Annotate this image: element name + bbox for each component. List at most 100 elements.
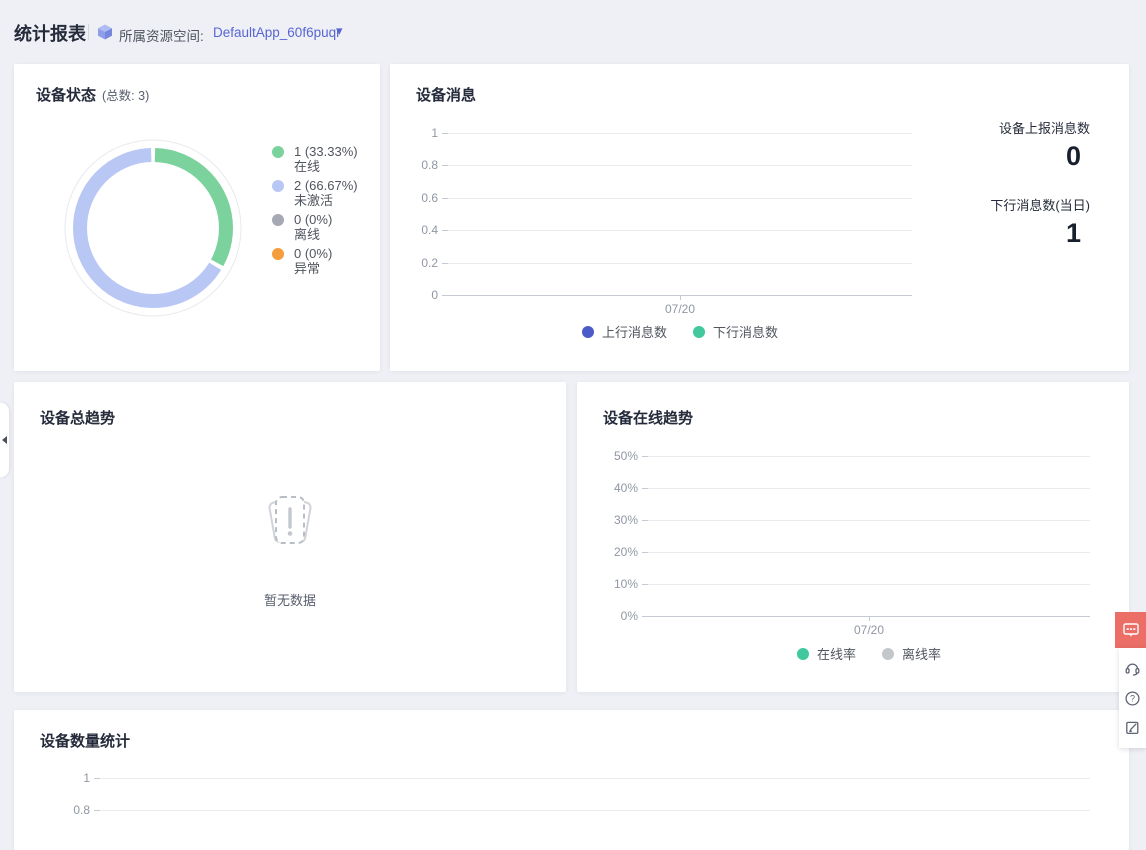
stat-label: 设备上报消息数 <box>990 118 1090 137</box>
card-title: 设备数量统计 <box>40 730 130 751</box>
legend-item[interactable]: 在线率 <box>797 644 856 663</box>
status-legend-item[interactable]: 0 (0%)异常 <box>272 246 358 276</box>
feedback-chat-icon <box>1121 620 1141 640</box>
card-title: 设备消息 <box>416 84 476 105</box>
survey-edit-button[interactable] <box>1124 719 1141 736</box>
x-axis-label: 07/20 <box>854 623 884 637</box>
stat-label: 下行消息数(当日) <box>990 195 1090 214</box>
x-axis-tick <box>869 616 870 621</box>
y-axis-label: 30% <box>614 513 638 527</box>
gridline: 1 <box>448 133 912 134</box>
card-title: 设备状态(总数: 3) <box>36 84 149 105</box>
y-axis-label: 50% <box>614 449 638 463</box>
legend-item[interactable]: 上行消息数 <box>582 322 667 341</box>
device-total-count: (总数: 3) <box>102 89 149 103</box>
resource-space-dropdown[interactable]: DefaultApp_60f6puqr <box>213 25 341 40</box>
axis-tick <box>94 810 100 811</box>
legend-dot-icon <box>797 648 809 660</box>
gridline: 0.8 <box>100 810 1090 811</box>
device-message-card: 设备消息 10.80.60.40.2007/20 上行消息数下行消息数 设备上报… <box>390 64 1129 371</box>
axis-tick <box>442 295 448 296</box>
axis-tick <box>94 778 100 779</box>
device-message-stats: 设备上报消息数 0 下行消息数(当日) 1 <box>990 118 1090 248</box>
status-legend-item[interactable]: 0 (0%)离线 <box>272 212 358 242</box>
y-axis-label: 0.2 <box>421 256 438 270</box>
status-legend-item[interactable]: 2 (66.67%)未激活 <box>272 178 358 208</box>
axis-tick <box>642 520 648 521</box>
x-axis-tick <box>680 295 681 300</box>
card-title: 设备总趋势 <box>40 407 115 428</box>
gridline: 10% <box>648 584 1090 585</box>
status-legend-item[interactable]: 1 (33.33%)在线 <box>272 144 358 174</box>
y-axis-label: 0.6 <box>421 191 438 205</box>
legend-dot-icon <box>582 326 594 338</box>
device-status-card: 设备状态(总数: 3) 1 (33.33%)在线 2 (66.67%)未激活 0 (… <box>14 64 380 371</box>
y-axis-label: 0.4 <box>421 223 438 237</box>
gridline: 0.8 <box>448 165 912 166</box>
y-axis-label: 0.8 <box>73 803 90 817</box>
y-axis-label: 40% <box>614 481 638 495</box>
status-legend-text: 1 (33.33%)在线 <box>294 144 358 174</box>
stat-value: 0 <box>990 141 1090 171</box>
svg-text:?: ? <box>1130 693 1135 703</box>
legend-item[interactable]: 离线率 <box>882 644 941 663</box>
device-status-donut-chart <box>58 133 248 323</box>
y-axis-label: 0.8 <box>421 158 438 172</box>
y-axis-label: 1 <box>431 126 438 140</box>
y-axis-label: 0 <box>431 288 438 302</box>
legend-dot-icon <box>272 146 284 158</box>
support-toolbar: ? <box>1119 648 1146 748</box>
axis-tick <box>642 552 648 553</box>
legend-label: 离线率 <box>902 644 941 663</box>
axis-tick <box>642 488 648 489</box>
status-legend-text: 2 (66.67%)未激活 <box>294 178 358 208</box>
axis-tick <box>442 230 448 231</box>
axis-tick <box>642 456 648 457</box>
device-count-card: 设备数量统计 1 0.8 <box>14 710 1129 850</box>
legend-dot-icon <box>272 214 284 226</box>
axis-tick <box>642 584 648 585</box>
empty-data-icon <box>14 490 566 555</box>
y-axis-label: 20% <box>614 545 638 559</box>
y-axis-label: 0% <box>621 609 638 623</box>
y-axis-label: 1 <box>83 771 90 785</box>
support-headset-button[interactable] <box>1124 660 1141 677</box>
gridline: 0.2 <box>448 263 912 264</box>
gridline: 40% <box>648 488 1090 489</box>
header-divider <box>88 24 89 40</box>
axis-tick <box>442 165 448 166</box>
legend-dot-icon <box>272 180 284 192</box>
gridline: 0.6 <box>448 198 912 199</box>
help-question-button[interactable]: ? <box>1124 690 1141 707</box>
status-legend-text: 0 (0%)离线 <box>294 212 332 242</box>
device-message-plot: 10.80.60.40.2007/20 <box>448 133 912 295</box>
gridline: 50% <box>648 456 1090 457</box>
stat-value: 1 <box>990 218 1090 248</box>
legend-dot-icon <box>882 648 894 660</box>
legend-label: 在线率 <box>817 644 856 663</box>
card-title: 设备在线趋势 <box>603 407 693 428</box>
gridline: 0.4 <box>448 230 912 231</box>
device-message-legend: 上行消息数 下行消息数 <box>448 322 912 341</box>
device-status-legend: 1 (33.33%)在线 2 (66.67%)未激活 0 (0%)离线 0 (0%)异… <box>272 144 358 276</box>
sidebar-collapse-handle[interactable] <box>0 403 9 477</box>
gridline: 1 <box>100 778 1090 779</box>
gridline: 30% <box>648 520 1090 521</box>
chevron-down-icon[interactable]: ▾ <box>336 23 343 39</box>
axis-tick <box>442 133 448 134</box>
legend-dot-icon <box>272 248 284 260</box>
resource-space-label: 所属资源空间: <box>119 25 204 45</box>
legend-item[interactable]: 下行消息数 <box>693 322 778 341</box>
legend-dot-icon <box>693 326 705 338</box>
device-total-trend-card: 设备总趋势 暂无数据 <box>14 382 566 692</box>
status-legend-text: 0 (0%)异常 <box>294 246 332 276</box>
feedback-button[interactable] <box>1115 612 1146 648</box>
device-online-trend-legend: 在线率 离线率 <box>648 644 1090 663</box>
page-title: 统计报表 <box>14 20 86 46</box>
device-online-trend-plot: 50%40%30%20%10%0%07/20 <box>648 456 1090 616</box>
collapse-arrow-icon <box>2 436 7 444</box>
device-online-trend-card: 设备在线趋势 50% 40% 30% 20% 10% 0% 07/20 在线率 离线率 <box>577 382 1129 692</box>
empty-data-text: 暂无数据 <box>14 590 566 609</box>
axis-tick <box>642 616 648 617</box>
gridline: 20% <box>648 552 1090 553</box>
